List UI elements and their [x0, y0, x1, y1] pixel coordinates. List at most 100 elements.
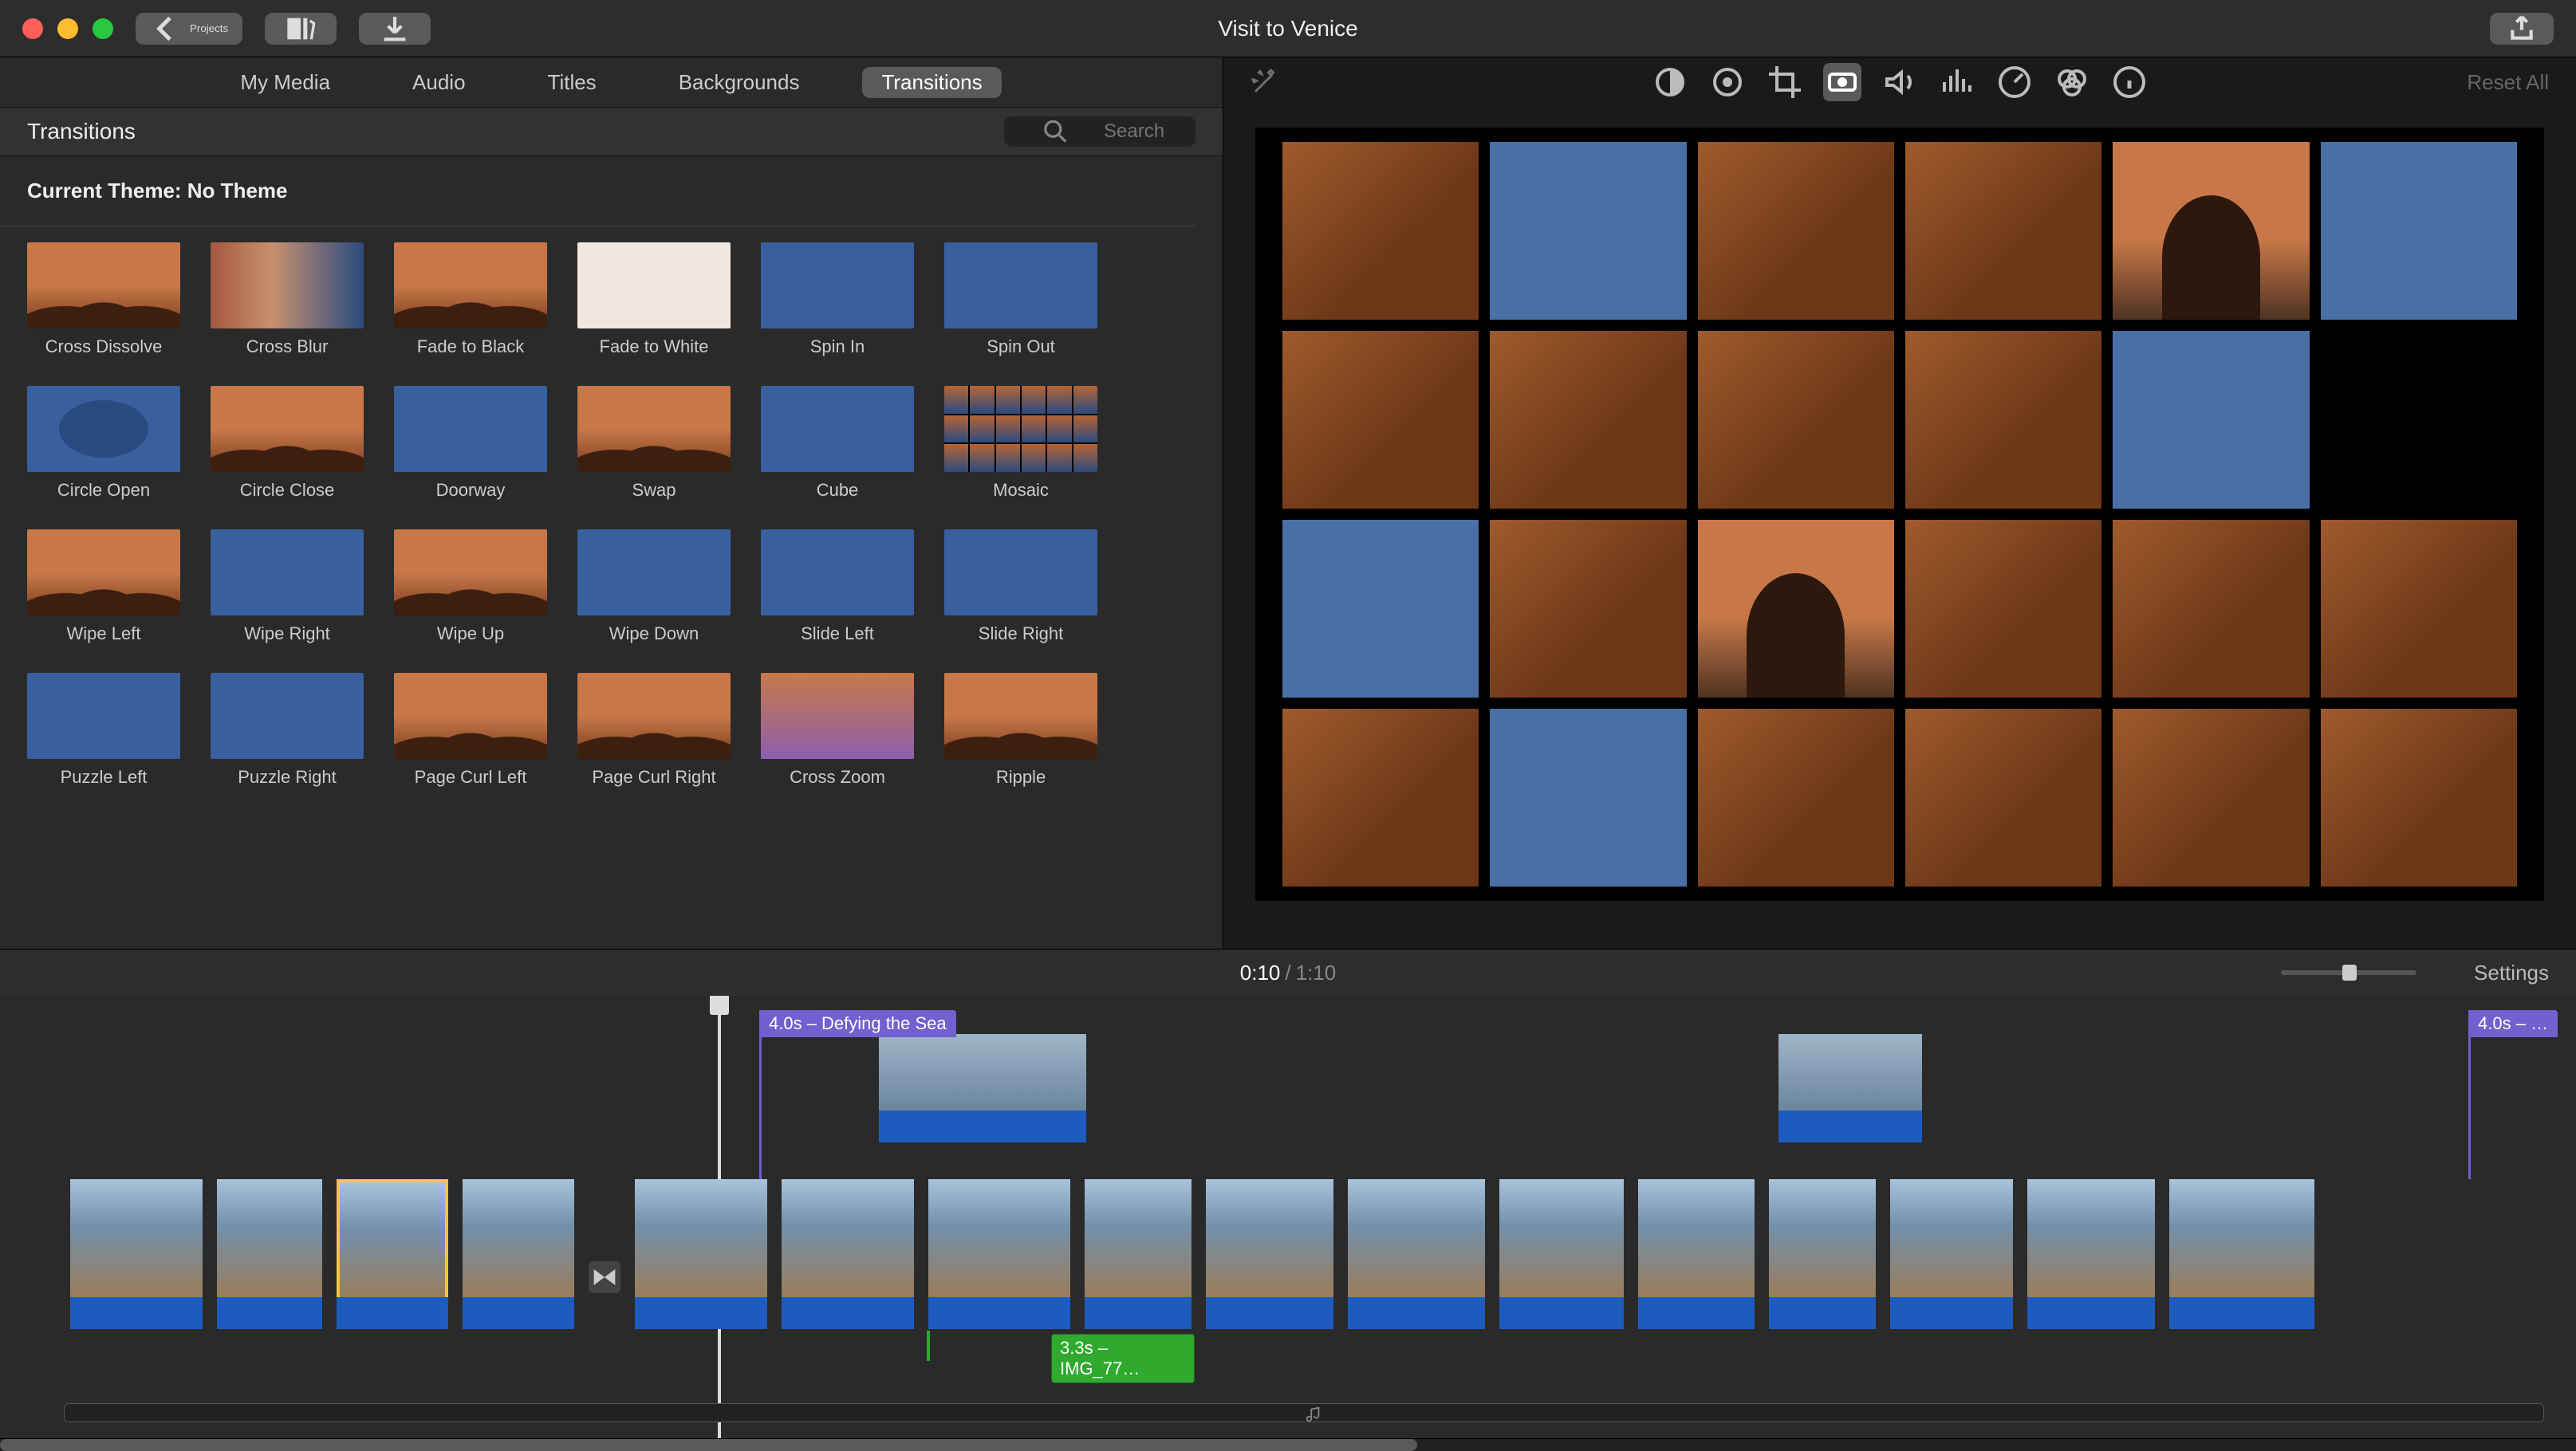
close-window-icon[interactable] [22, 18, 43, 39]
timeline-clip[interactable] [782, 1179, 914, 1329]
transition-thumb [944, 673, 1097, 759]
transition-item[interactable]: Doorway [394, 386, 547, 501]
transition-item[interactable]: Fade to Black [394, 242, 547, 357]
timeline-clip[interactable] [1085, 1179, 1191, 1329]
transition-item[interactable]: Ripple [944, 673, 1097, 788]
music-icon [74, 1406, 2553, 1423]
minimize-window-icon[interactable] [57, 18, 78, 39]
transition-item[interactable]: Puzzle Left [27, 673, 180, 788]
transition-label: Cross Zoom [761, 767, 914, 788]
timeline-clip[interactable] [635, 1179, 767, 1329]
speed-button[interactable] [1995, 63, 2034, 101]
timeline-clip[interactable] [1348, 1179, 1485, 1329]
timeline-clip[interactable] [1769, 1179, 1876, 1329]
transition-item[interactable]: Circle Open [27, 386, 180, 501]
transition-item[interactable]: Wipe Right [211, 529, 364, 644]
transition-item[interactable]: Fade to White [577, 242, 731, 357]
enhance-button[interactable] [1251, 68, 1279, 96]
timeline-clip[interactable] [337, 1179, 448, 1329]
cutaway-clip[interactable] [1778, 1010, 1922, 1142]
projects-back-button[interactable]: Projects [136, 13, 242, 45]
transition-label: Doorway [394, 480, 547, 501]
transition-item[interactable]: Wipe Left [27, 529, 180, 644]
noise-reduce-button[interactable] [1938, 63, 1976, 101]
time-slash: / [1285, 961, 1290, 985]
timeline-clip[interactable] [217, 1179, 322, 1329]
transition-indicator[interactable] [589, 1261, 620, 1293]
timeline-clip[interactable] [1499, 1179, 1624, 1329]
download-icon [373, 13, 416, 45]
background-music-track[interactable] [64, 1403, 2544, 1422]
transition-label: Spin In [761, 336, 914, 357]
timeline-clip[interactable] [2169, 1179, 2314, 1329]
stabilize-button[interactable] [1823, 63, 1861, 101]
tab-titles[interactable]: Titles [529, 67, 616, 98]
fullscreen-window-icon[interactable] [93, 18, 113, 39]
library-view-button[interactable] [265, 13, 337, 45]
volume-button[interactable] [1881, 63, 1919, 101]
transition-item[interactable]: Circle Close [211, 386, 364, 501]
crop-button[interactable] [1766, 63, 1804, 101]
elapsed-time: 0:10 [1240, 961, 1281, 985]
transition-thumb [577, 386, 731, 472]
color-wheel-button[interactable] [1708, 63, 1747, 101]
transition-label: Circle Close [211, 480, 364, 501]
color-balance-button[interactable] [1651, 63, 1689, 101]
viewer-cell [2113, 520, 2309, 698]
transition-thumb [394, 242, 547, 328]
timeline[interactable]: 4.0s – Defying the Sea4.0s – …4.0s – Def… [0, 996, 2576, 1438]
transition-item[interactable]: Slide Right [944, 529, 1097, 644]
transition-item[interactable]: Wipe Up [394, 529, 547, 644]
info-button[interactable] [2110, 63, 2149, 101]
transition-item[interactable]: Cross Dissolve [27, 242, 180, 357]
timeline-clip[interactable] [1206, 1179, 1333, 1329]
transition-thumb [761, 529, 914, 615]
transition-item[interactable]: Swap [577, 386, 731, 501]
transition-item[interactable]: Cross Zoom [761, 673, 914, 788]
detached-audio-clip[interactable]: 3.3s – IMG_77… [1051, 1334, 1195, 1383]
tab-transitions[interactable]: Transitions [862, 67, 1001, 98]
transition-label: Cross Dissolve [27, 336, 180, 357]
scrollbar-thumb[interactable] [0, 1439, 1417, 1451]
transition-item[interactable]: Puzzle Right [211, 673, 364, 788]
transition-item[interactable]: Spin In [761, 242, 914, 357]
timeline-clip[interactable] [1638, 1179, 1755, 1329]
search-input[interactable] [1104, 120, 1184, 143]
project-title: Visit to Venice [1218, 16, 1357, 41]
transition-thumb [211, 529, 364, 615]
timeline-clip[interactable] [70, 1179, 203, 1329]
tab-backgrounds[interactable]: Backgrounds [660, 67, 819, 98]
transition-label: Mosaic [944, 480, 1097, 501]
transition-item[interactable]: Page Curl Right [577, 673, 731, 788]
transition-label: Fade to White [577, 336, 731, 357]
transition-item[interactable]: Cube [761, 386, 914, 501]
preview-viewer[interactable] [1255, 128, 2544, 901]
share-icon [2504, 13, 2539, 45]
transition-item[interactable]: Mosaic [944, 386, 1097, 501]
search-field[interactable] [1004, 116, 1195, 147]
filter-button[interactable] [2053, 63, 2091, 101]
reset-all-button[interactable]: Reset All [2467, 70, 2549, 95]
timeline-clip[interactable] [1890, 1179, 2013, 1329]
transition-label: Circle Open [27, 480, 180, 501]
tab-audio[interactable]: Audio [393, 67, 485, 98]
transition-item[interactable]: Cross Blur [211, 242, 364, 357]
import-button[interactable] [359, 13, 431, 45]
transition-label: Cross Blur [211, 336, 364, 357]
transition-thumb [394, 673, 547, 759]
crop-icon [1766, 63, 1804, 101]
transition-thumb [761, 673, 914, 759]
transition-item[interactable]: Wipe Down [577, 529, 731, 644]
timeline-clip[interactable] [463, 1179, 574, 1329]
timeline-clip[interactable] [2027, 1179, 2155, 1329]
transition-item[interactable]: Page Curl Left [394, 673, 547, 788]
share-button[interactable] [2490, 13, 2554, 45]
transition-item[interactable]: Spin Out [944, 242, 1097, 357]
timeline-scrollbar[interactable] [0, 1438, 2576, 1451]
transition-thumb [211, 242, 364, 328]
timeline-zoom-slider[interactable] [2281, 970, 2416, 975]
transition-item[interactable]: Slide Left [761, 529, 914, 644]
timeline-clip[interactable] [928, 1179, 1070, 1329]
tab-my-media[interactable]: My Media [221, 67, 349, 98]
timeline-settings-button[interactable]: Settings [2474, 961, 2549, 985]
